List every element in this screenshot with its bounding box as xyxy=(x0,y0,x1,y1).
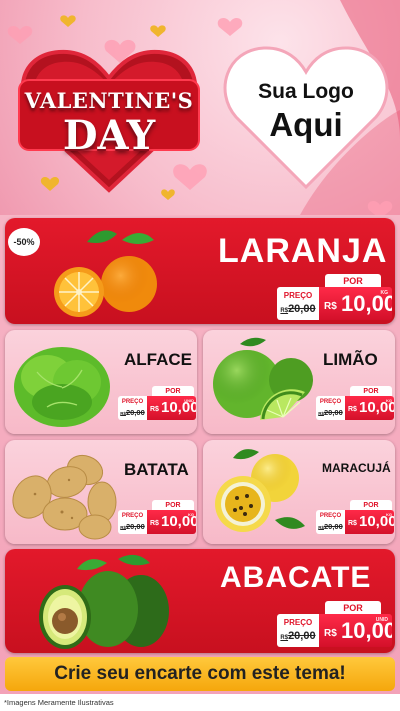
footnote: *Imagens Meramente Ilustrativas xyxy=(4,698,114,707)
currency: R$ xyxy=(150,406,159,413)
currency: R$ xyxy=(150,520,159,527)
product-name: LARANJA xyxy=(218,232,388,270)
preco-label: PREÇO xyxy=(283,618,313,627)
product-card-maracuja: MARACUJÁ POR PREÇO R$20,00 R$ 10,00 KG xyxy=(203,440,395,544)
unit: KG xyxy=(380,290,389,296)
avocado-icon xyxy=(39,554,169,649)
badge-title-line2: DAY xyxy=(62,112,156,159)
product-name: MARACUJÁ xyxy=(322,461,391,475)
preco-label: PREÇO xyxy=(319,513,342,519)
unit: UNID xyxy=(375,617,388,623)
header: VALENTINE'S DAY Sua Logo Aqui xyxy=(0,0,400,215)
preco-label: PREÇO xyxy=(283,291,313,300)
currency: R$ xyxy=(324,628,337,639)
logo-placeholder: Sua Logo Aqui xyxy=(222,42,390,192)
orange-icon xyxy=(54,230,157,317)
logo-text-line2: Aqui xyxy=(269,106,343,143)
preco-label: PREÇO xyxy=(319,399,342,405)
old-price: R$20,00 xyxy=(280,630,316,642)
product-name: ABACATE xyxy=(220,561,372,594)
logo-text-line1: Sua Logo xyxy=(258,80,354,103)
unit: KG xyxy=(386,512,392,517)
unit: KG xyxy=(386,398,392,403)
preco-label: PREÇO xyxy=(121,399,144,405)
old-price: R$20,00 xyxy=(318,522,343,531)
passion-fruit-icon xyxy=(215,449,305,532)
currency: R$ xyxy=(324,301,337,312)
preco-label: PREÇO xyxy=(121,513,144,519)
currency: R$ xyxy=(348,520,357,527)
old-price: R$20,00 xyxy=(120,408,145,417)
badge-title-line1: VALENTINE'S xyxy=(24,88,194,113)
por-label: POR xyxy=(325,601,381,615)
unit: KG xyxy=(188,512,194,517)
product-name: BATATA xyxy=(124,460,189,479)
valentines-day-badge: VALENTINE'S DAY xyxy=(14,40,204,200)
potato-icon xyxy=(12,454,117,540)
product-name: ALFACE xyxy=(124,350,192,369)
product-card-alface: ALFACE POR PREÇO R$20,00 R$ 10,00 UNID xyxy=(5,330,197,434)
discount-badge: -50% xyxy=(8,228,40,256)
product-card-batata: BATATA POR PREÇO R$20,00 R$ 10,00 KG xyxy=(5,440,197,544)
product-card-laranja: LARANJA POR PREÇO R$20,00 R$ 10,00 KG xyxy=(5,218,395,324)
lettuce-icon xyxy=(14,347,110,427)
product-card-abacate: ABACATE POR PREÇO R$20,00 R$ 10,00 UNID xyxy=(5,549,395,653)
currency: R$ xyxy=(348,406,357,413)
product-name: LIMÃO xyxy=(323,350,378,369)
old-price: R$20,00 xyxy=(318,408,343,417)
product-card-limao: LIMÃO POR PREÇO R$20,00 R$ 10,00 KG xyxy=(203,330,395,434)
por-label: POR xyxy=(325,274,381,288)
old-price: R$20,00 xyxy=(120,522,145,531)
lime-icon xyxy=(213,337,313,420)
old-price: R$20,00 xyxy=(280,303,316,315)
cta-banner: Crie seu encarte com este tema! xyxy=(5,657,395,691)
unit: UNID xyxy=(184,398,194,403)
